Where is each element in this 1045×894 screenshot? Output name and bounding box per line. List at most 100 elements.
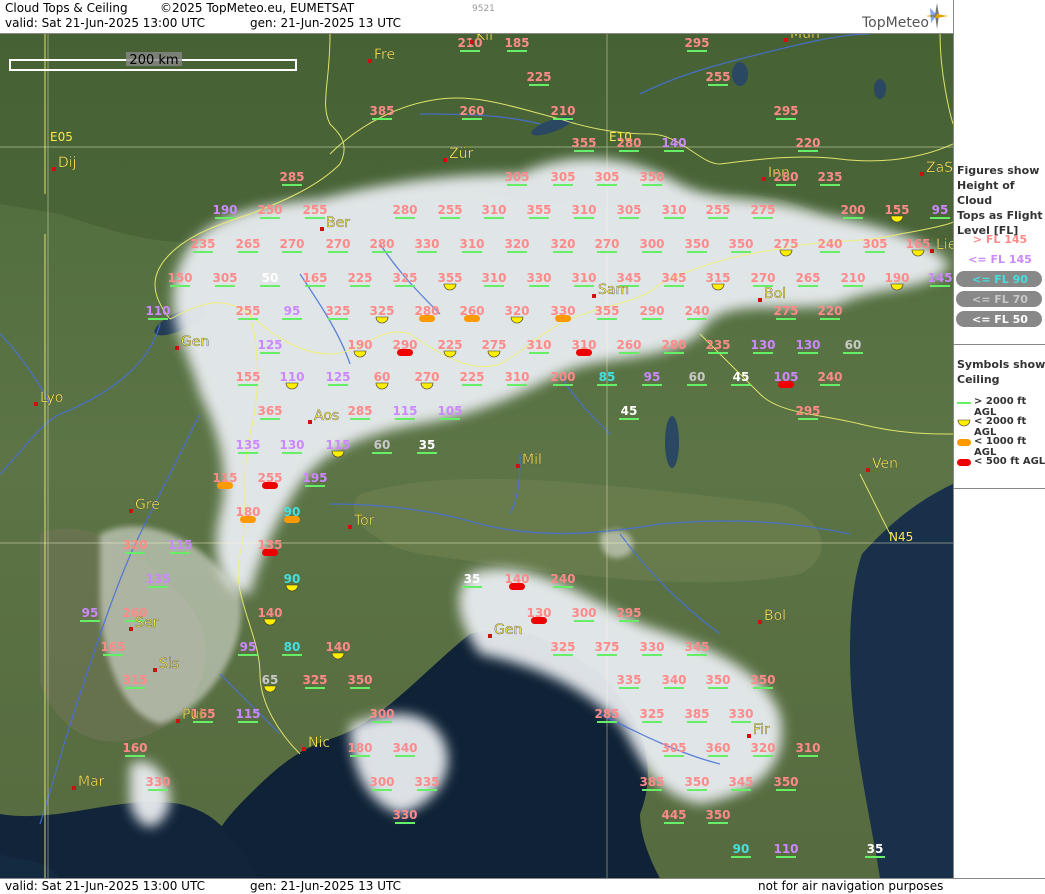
observation-17[interactable]: 350 — [639, 170, 665, 186]
observation-57[interactable]: 325 — [392, 271, 418, 287]
observation-1[interactable]: 185 — [504, 36, 530, 52]
observation-70[interactable]: 110 — [145, 304, 171, 320]
observation-84[interactable]: 125 — [257, 338, 283, 354]
observation-178[interactable]: 330 — [392, 808, 418, 824]
observation-112[interactable]: 285 — [347, 404, 373, 420]
observation-158[interactable]: 115 — [235, 707, 261, 723]
observation-20[interactable]: 190 — [212, 203, 238, 219]
observation-152[interactable]: 350 — [347, 673, 373, 689]
observation-128[interactable]: 115 — [167, 538, 193, 554]
observation-146[interactable]: 375 — [594, 640, 620, 656]
observation-3[interactable]: 225 — [526, 70, 552, 86]
observation-38[interactable]: 270 — [325, 237, 351, 253]
observation-155[interactable]: 350 — [705, 673, 731, 689]
observation-181[interactable]: 90 — [731, 842, 751, 858]
observation-11[interactable]: 140 — [661, 136, 687, 152]
observation-166[interactable]: 340 — [392, 741, 418, 757]
observation-168[interactable]: 360 — [705, 741, 731, 757]
observation-153[interactable]: 335 — [616, 673, 642, 689]
observation-31[interactable]: 275 — [750, 203, 776, 219]
observation-159[interactable]: 300 — [369, 707, 395, 723]
observation-126[interactable]: 90 — [284, 505, 301, 523]
observation-16[interactable]: 305 — [594, 170, 620, 186]
observation-139[interactable]: 300 — [571, 606, 597, 622]
observation-69[interactable]: 145 — [927, 271, 953, 287]
observation-115[interactable]: 45 — [619, 404, 639, 420]
observation-28[interactable]: 305 — [616, 203, 642, 219]
observation-148[interactable]: 345 — [684, 640, 710, 656]
observation-21[interactable]: 250 — [257, 203, 283, 219]
observation-2[interactable]: 295 — [684, 36, 710, 52]
observation-183[interactable]: 35 — [865, 842, 885, 858]
observation-151[interactable]: 325 — [302, 673, 328, 689]
observation-130[interactable]: 135 — [145, 572, 171, 588]
observation-72[interactable]: 95 — [282, 304, 302, 320]
observation-114[interactable]: 105 — [437, 404, 463, 420]
observation-95[interactable]: 130 — [795, 338, 821, 354]
observation-179[interactable]: 445 — [661, 808, 687, 824]
observation-142[interactable]: 95 — [238, 640, 258, 656]
observation-121[interactable]: 35 — [417, 438, 437, 454]
observation-117[interactable]: 135 — [235, 438, 261, 454]
observation-40[interactable]: 330 — [414, 237, 440, 253]
observation-161[interactable]: 325 — [639, 707, 665, 723]
observation-47[interactable]: 350 — [728, 237, 754, 253]
observation-66[interactable]: 265 — [795, 271, 821, 287]
observation-97[interactable]: 155 — [235, 370, 261, 386]
observation-120[interactable]: 60 — [372, 438, 392, 454]
observation-15[interactable]: 305 — [550, 170, 576, 186]
observation-50[interactable]: 305 — [862, 237, 888, 253]
observation-63[interactable]: 345 — [661, 271, 687, 287]
observation-73[interactable]: 325 — [325, 304, 351, 320]
observation-167[interactable]: 305 — [661, 741, 687, 757]
observation-53[interactable]: 305 — [212, 271, 238, 287]
observation-140[interactable]: 295 — [616, 606, 642, 622]
observation-132[interactable]: 35 — [462, 572, 482, 588]
observation-44[interactable]: 270 — [594, 237, 620, 253]
observation-83[interactable]: 220 — [817, 304, 843, 320]
observation-4[interactable]: 255 — [705, 70, 731, 86]
observation-116[interactable]: 295 — [795, 404, 821, 420]
observation-154[interactable]: 340 — [661, 673, 687, 689]
observation-113[interactable]: 115 — [392, 404, 418, 420]
observation-12[interactable]: 220 — [795, 136, 821, 152]
observation-23[interactable]: 280 — [392, 203, 418, 219]
observation-61[interactable]: 310 — [571, 271, 597, 287]
observation-13[interactable]: 285 — [279, 170, 305, 186]
observation-118[interactable]: 130 — [279, 438, 305, 454]
observation-176[interactable]: 345 — [728, 775, 754, 791]
city-gen-19[interactable]: Gen — [488, 622, 522, 638]
observation-8[interactable]: 295 — [773, 104, 799, 120]
observation-175[interactable]: 350 — [684, 775, 710, 791]
observation-25[interactable]: 310 — [481, 203, 507, 219]
observation-30[interactable]: 255 — [705, 203, 731, 219]
observation-14[interactable]: 305 — [504, 170, 530, 186]
observation-106[interactable]: 95 — [642, 370, 662, 386]
observation-55[interactable]: 165 — [302, 271, 328, 287]
observation-39[interactable]: 280 — [369, 237, 395, 253]
observation-41[interactable]: 310 — [459, 237, 485, 253]
observation-79[interactable]: 355 — [594, 304, 620, 320]
observation-147[interactable]: 330 — [639, 640, 665, 656]
observation-27[interactable]: 310 — [571, 203, 597, 219]
observation-71[interactable]: 255 — [235, 304, 261, 320]
observation-26[interactable]: 355 — [526, 203, 552, 219]
observation-94[interactable]: 130 — [750, 338, 776, 354]
observation-174[interactable]: 385 — [639, 775, 665, 791]
observation-169[interactable]: 320 — [750, 741, 776, 757]
observation-180[interactable]: 350 — [705, 808, 731, 824]
observation-99[interactable]: 125 — [325, 370, 351, 386]
observation-164[interactable]: 160 — [122, 741, 148, 757]
observation-22[interactable]: 255 — [302, 203, 328, 219]
observation-82[interactable]: 275 — [773, 304, 799, 320]
observation-107[interactable]: 60 — [687, 370, 707, 386]
observation-37[interactable]: 270 — [279, 237, 305, 253]
observation-54[interactable]: 50 — [260, 271, 280, 287]
observation-56[interactable]: 225 — [347, 271, 373, 287]
observation-103[interactable]: 310 — [504, 370, 530, 386]
observation-46[interactable]: 350 — [684, 237, 710, 253]
observation-29[interactable]: 310 — [661, 203, 687, 219]
observation-67[interactable]: 210 — [840, 271, 866, 287]
observation-111[interactable]: 365 — [257, 404, 283, 420]
observation-149[interactable]: 315 — [122, 673, 148, 689]
